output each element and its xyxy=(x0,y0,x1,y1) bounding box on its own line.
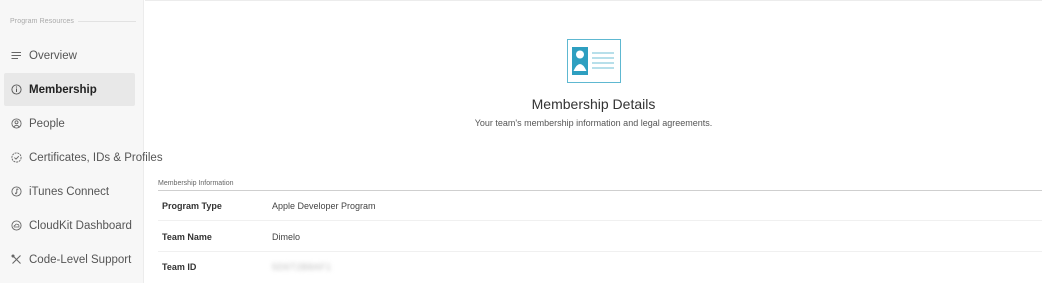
sidebar-item-label: Code-Level Support xyxy=(29,253,132,266)
sidebar-item-certificates[interactable]: Certificates, IDs & Profiles xyxy=(4,141,163,174)
person-icon xyxy=(11,118,22,129)
sidebar-item-label: iTunes Connect xyxy=(29,185,110,198)
page-title: Membership Details xyxy=(531,96,656,112)
top-divider xyxy=(145,0,1042,1)
itunes-icon xyxy=(11,186,22,197)
sidebar-item-label: Certificates, IDs & Profiles xyxy=(29,151,163,164)
sidebar-item-label: People xyxy=(29,117,65,130)
membership-card-icon xyxy=(567,39,621,83)
sidebar-item-label: Membership xyxy=(29,83,97,96)
row-label: Program Type xyxy=(162,200,222,211)
main-content: Membership Details Your team's membershi… xyxy=(145,0,1042,283)
info-icon xyxy=(11,84,22,95)
row-label: Team Name xyxy=(162,231,212,242)
sidebar-section-title: Program Resources xyxy=(10,18,74,25)
sidebar-item-label: Overview xyxy=(29,49,77,62)
sidebar: Program Resources Overview Membership Pe… xyxy=(0,0,163,283)
sidebar-item-cloudkit-dashboard[interactable]: CloudKit Dashboard xyxy=(4,209,135,242)
section-divider xyxy=(77,21,136,22)
team-id-value: 5D6T2B8AF1 xyxy=(272,262,332,272)
table-row: Program Type Apple Developer Program xyxy=(158,191,1042,221)
page-subtitle: Your team's membership information and l… xyxy=(474,118,713,128)
sidebar-item-overview[interactable]: Overview xyxy=(4,39,135,72)
sidebar-item-itunes-connect[interactable]: iTunes Connect xyxy=(4,175,135,208)
row-value: Apple Developer Program xyxy=(272,200,376,211)
sidebar-item-code-level-support[interactable]: Code-Level Support xyxy=(4,243,135,276)
row-value: Dimelo xyxy=(272,231,301,242)
table-row: Team Name Dimelo xyxy=(158,222,1042,252)
tools-icon xyxy=(11,254,22,265)
row-label: Team ID xyxy=(162,262,197,272)
section-title: Membership Information xyxy=(158,180,234,187)
gear-check-icon xyxy=(11,152,22,163)
sidebar-item-membership[interactable]: Membership xyxy=(4,73,135,106)
sidebar-item-label: CloudKit Dashboard xyxy=(29,219,132,232)
sidebar-item-people[interactable]: People xyxy=(4,107,135,140)
sidebar-section-header: Program Resources xyxy=(10,18,136,25)
table-row: Team ID 5D6T2B8AF1 xyxy=(158,252,1042,282)
list-icon xyxy=(11,50,22,61)
cloud-icon xyxy=(11,220,22,231)
